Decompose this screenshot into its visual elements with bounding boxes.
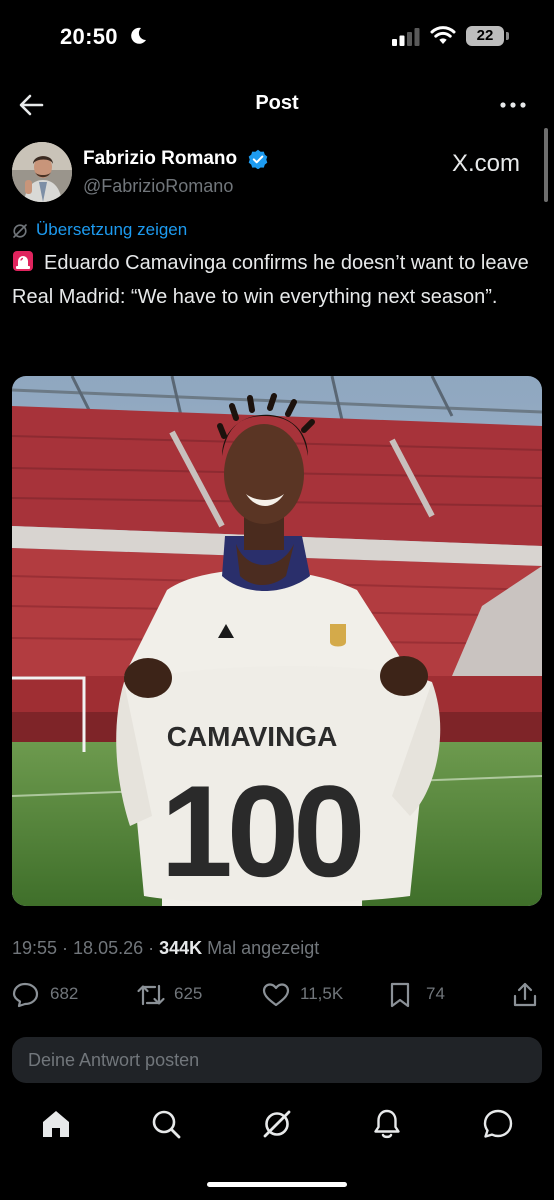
view-label: Mal angezeigt	[207, 938, 320, 958]
post-text-container: Eduardo Camavinga confirms he doesn’t wa…	[12, 246, 542, 314]
grok-nav-icon[interactable]	[261, 1108, 293, 1140]
author-handle[interactable]: @FabrizioRomano	[83, 176, 233, 197]
reply-icon	[12, 982, 39, 1008]
repost-icon	[137, 984, 165, 1006]
grok-icon	[13, 224, 27, 238]
signal-icon	[392, 28, 420, 46]
post-meta: 19:55 · 18.05.26 · 344K Mal angezeigt	[12, 938, 319, 959]
author-name[interactable]: Fabrizio Romano	[83, 148, 237, 170]
share-button[interactable]	[512, 980, 540, 1010]
translate-label: Übersetzung zeigen	[36, 220, 188, 239]
share-icon	[513, 982, 537, 1007]
like-icon	[262, 983, 290, 1007]
notifications-icon[interactable]	[371, 1108, 403, 1140]
more-icon[interactable]	[498, 90, 528, 120]
bookmark-icon	[390, 982, 410, 1008]
status-bar: 20:50 22	[0, 0, 554, 72]
view-count: 344K	[159, 938, 203, 958]
reply-input[interactable]	[12, 1037, 542, 1083]
reply-count: 682	[50, 984, 79, 1003]
post-author: Fabrizio Romano @FabrizioRomano X.com	[12, 140, 542, 204]
post-actions: 682 625 11,5K 74	[12, 980, 542, 1010]
page-title: Post	[255, 92, 299, 114]
repost-count: 625	[174, 984, 203, 1003]
reply-composer	[12, 1037, 542, 1083]
battery-indicator: 22	[466, 26, 504, 46]
source-label: X.com	[452, 150, 521, 177]
siren-icon	[13, 251, 33, 271]
home-indicator	[207, 1182, 347, 1187]
battery-tip	[506, 32, 509, 40]
post-timestamp: 19:55 · 18.05.26 ·	[12, 938, 160, 958]
search-icon[interactable]	[150, 1108, 182, 1140]
post-text: Eduardo Camavinga confirms he doesn’t wa…	[12, 252, 529, 308]
bookmark-count: 74	[426, 984, 445, 1003]
status-time: 20:50	[60, 24, 118, 49]
wifi-icon	[430, 26, 456, 44]
avatar[interactable]	[12, 142, 72, 202]
top-bar: Post	[0, 80, 554, 130]
shirt-name: CAMAVINGA	[167, 721, 338, 752]
moon-icon	[131, 27, 146, 44]
like-count: 11,5K	[300, 984, 344, 1003]
shirt-number: 100	[161, 758, 361, 904]
post-image[interactable]: CAMAVINGA 100	[12, 376, 542, 906]
messages-icon[interactable]	[482, 1108, 514, 1140]
bottom-nav	[0, 1100, 554, 1150]
verified-badge-icon	[248, 149, 268, 169]
scrollbar-thumb[interactable]	[544, 128, 548, 202]
home-icon[interactable]	[40, 1108, 72, 1140]
